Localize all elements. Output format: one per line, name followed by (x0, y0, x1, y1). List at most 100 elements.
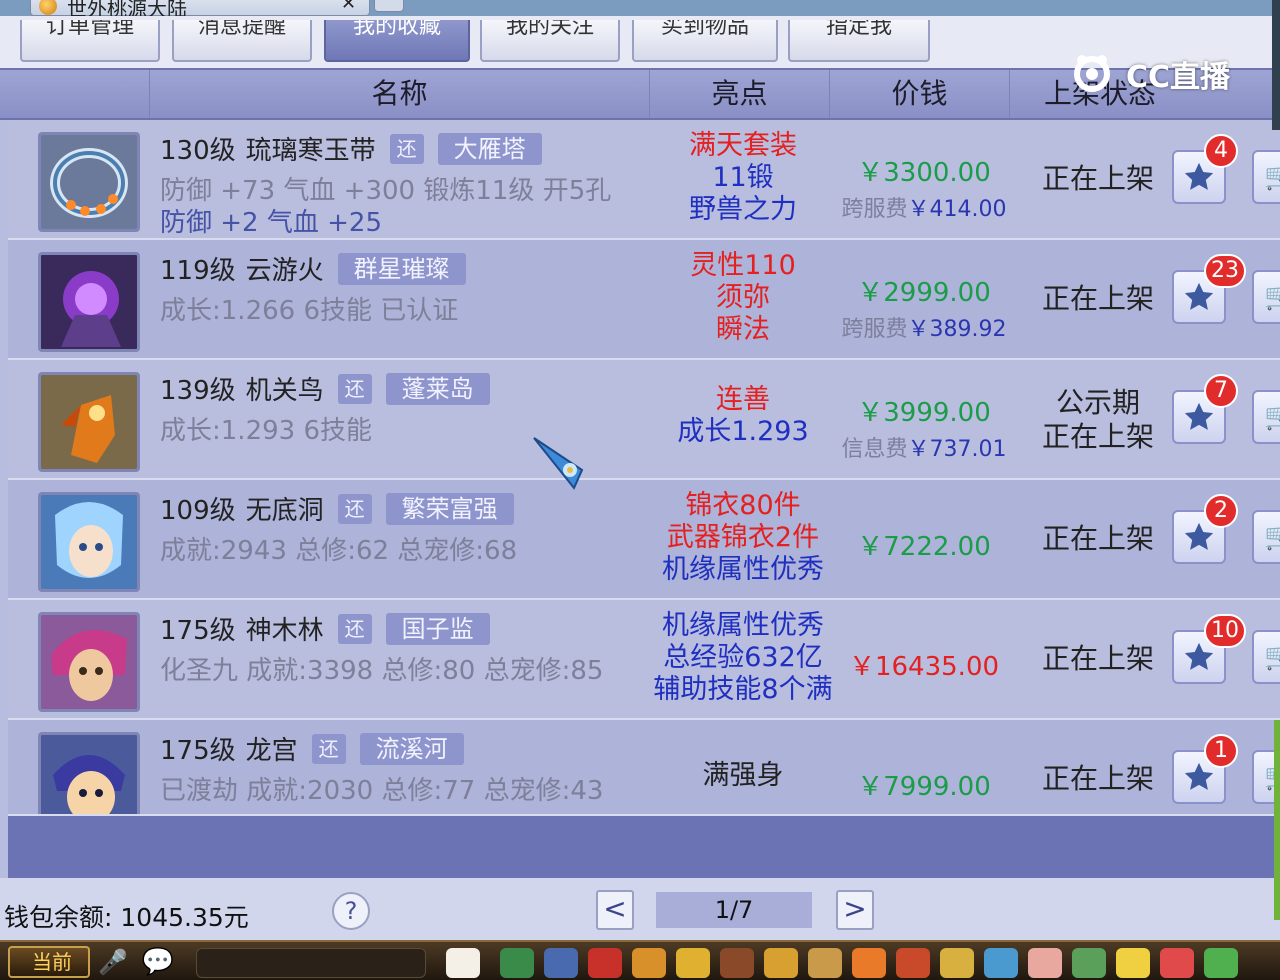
item-avatar-pet[interactable] (38, 252, 140, 352)
item-icon[interactable] (676, 948, 710, 978)
item-avatar-pet[interactable] (38, 372, 140, 472)
app-icon (39, 0, 57, 15)
ghost-pet-icon[interactable] (446, 948, 480, 978)
tab-order-management[interactable]: 订单管理 (20, 20, 160, 62)
wallet-balance: 钱包余额: 1045.35元 (4, 903, 249, 932)
channel-current-button[interactable]: 当前 (8, 946, 90, 978)
item-price: ￥3999.00 (857, 398, 991, 428)
server-badge: 蓬莱岛 (385, 372, 490, 405)
list-bottom-band (8, 816, 1280, 878)
game-cursor-icon (530, 434, 594, 494)
item-title[interactable]: 139级 机关鸟还蓬莱岛 (160, 370, 490, 406)
help-icon[interactable]: ? (332, 892, 370, 930)
item-title[interactable]: 119级 云游火 群星璀璨 (160, 250, 466, 286)
highlight-text: 辅助技能8个满 (653, 674, 833, 705)
rank-icon[interactable] (852, 948, 886, 978)
table-row[interactable]: 175级 神木林还国子监 化圣九 成就:3398 总修:80 总宠修:85 机缘属… (8, 600, 1280, 720)
shop-icon[interactable] (896, 948, 930, 978)
item-price: ￥2999.00 (857, 278, 991, 308)
tab-designated-me[interactable]: 指定我 (788, 20, 930, 62)
highlight-text: 总经验632亿 (663, 642, 823, 673)
item-status: 正在上架 (1041, 522, 1154, 555)
team-icon[interactable] (720, 948, 754, 978)
cart-button[interactable]: 🛒 (1252, 630, 1280, 684)
cart-icon: 🛒 (1264, 642, 1280, 672)
tab-message-reminder[interactable]: 消息提醒 (172, 20, 312, 62)
cart-icon: 🛒 (1264, 522, 1280, 552)
item-avatar-belt[interactable] (38, 132, 140, 232)
cart-icon: 🛒 (1264, 282, 1280, 312)
item-price-cell: ￥3300.00 跨服费￥414.00 (830, 152, 1018, 223)
favorite-count-badge: 7 (1204, 374, 1238, 408)
highlight-text: 须弥 (716, 282, 770, 313)
item-highlights: 满天套装 11锻 野兽之力 (648, 130, 838, 226)
item-fee: 信息费￥737.01 (841, 437, 1007, 462)
window-tab-next[interactable] (374, 0, 404, 12)
cart-button[interactable]: 🛒 (1252, 390, 1280, 444)
system-icon[interactable] (1204, 948, 1238, 978)
microphone-icon[interactable]: 🎤 (98, 946, 128, 978)
item-status: 正在上架 (1041, 762, 1154, 795)
item-name: 琉璃寒玉带 (245, 136, 376, 166)
chat-input-slot[interactable] (196, 948, 426, 978)
desktop-edge (1274, 720, 1280, 920)
table-row[interactable]: 175级 龙宫还流溪河 已渡劫 成就:2030 总修:77 总宠修:43 满强身 … (8, 720, 1280, 816)
emote-icon[interactable] (1116, 948, 1150, 978)
table-row[interactable]: 109级 无底洞还繁荣富强 成就:2943 总修:62 总宠修:68 锦衣80件 … (8, 480, 1280, 600)
table-row[interactable]: 130级 琉璃寒玉带还大雁塔 防御 +73 气血 +300 锻炼11级 开5孔 防… (8, 120, 1280, 240)
item-title[interactable]: 109级 无底洞还繁荣富强 (160, 490, 514, 526)
window-title-strip: 世外桃源大陆 ✕ (0, 0, 1280, 21)
bag-icon[interactable] (588, 948, 622, 978)
highlight-text: 瞬法 (716, 314, 770, 345)
quest-icon[interactable] (808, 948, 842, 978)
gift-icon[interactable] (764, 948, 798, 978)
skill-icon[interactable] (544, 948, 578, 978)
item-avatar-character[interactable] (38, 492, 140, 592)
item-fee: 跨服费￥389.92 (841, 317, 1007, 342)
table-row[interactable]: 139级 机关鸟还蓬莱岛 成长:1.293 6技能 连善 成长1.293 ￥399… (8, 360, 1280, 480)
bell-icon[interactable] (940, 948, 974, 978)
item-avatar-character[interactable] (38, 612, 140, 712)
activity-icon[interactable] (1160, 948, 1194, 978)
map-icon[interactable] (984, 948, 1018, 978)
cart-icon: 🛒 (1264, 162, 1280, 192)
tab-my-favorites[interactable]: 我的收藏 (324, 20, 470, 62)
tab-my-follows[interactable]: 我的关注 (480, 20, 620, 62)
item-title[interactable]: 175级 龙宫还流溪河 (160, 730, 464, 766)
chat-bubble-icon[interactable]: 💬 (138, 946, 178, 978)
item-name: 云游火 (245, 256, 324, 286)
page-indicator: 1/7 (656, 892, 812, 928)
item-extra-attributes: 防御 +2 气血 +25 (160, 208, 382, 238)
cart-button[interactable]: 🛒 (1252, 150, 1280, 204)
close-icon[interactable]: ✕ (341, 0, 356, 14)
window-tab[interactable]: 世外桃源大陆 ✕ (30, 0, 370, 21)
table-row[interactable]: 119级 云游火 群星璀璨 成长:1.266 6技能 已认证 灵性110 须弥 瞬法… (8, 240, 1280, 360)
highlight-text: 灵性110 (690, 250, 796, 281)
returnable-badge: 还 (337, 493, 372, 524)
cart-button[interactable]: 🛒 (1252, 270, 1280, 324)
peach-icon[interactable] (1028, 948, 1062, 978)
item-title[interactable]: 175级 神木林还国子监 (160, 610, 490, 646)
item-price-cell: ￥3999.00 信息费￥737.01 (830, 392, 1018, 463)
server-badge: 繁荣富强 (385, 492, 514, 525)
prev-page-button[interactable]: < (596, 890, 634, 930)
item-level: 119级 (160, 256, 236, 286)
cart-button[interactable]: 🛒 (1252, 510, 1280, 564)
returnable-badge: 还 (337, 613, 372, 644)
skill-icon[interactable] (500, 948, 534, 978)
friends-icon[interactable] (1072, 948, 1106, 978)
item-price-cell: ￥7222.00 (830, 526, 1018, 563)
item-level: 130级 (160, 136, 236, 166)
cc-logo-icon (1074, 55, 1110, 92)
item-avatar-character[interactable] (38, 732, 140, 814)
item-attributes: 成长:1.293 6技能 (160, 416, 372, 446)
tab-bought-items[interactable]: 买到物品 (632, 20, 778, 62)
next-page-button[interactable]: > (836, 890, 874, 930)
item-name: 神木林 (245, 616, 324, 646)
item-price: ￥16435.00 (848, 652, 1000, 682)
desktop-edge (1272, 0, 1280, 130)
item-title[interactable]: 130级 琉璃寒玉带还大雁塔 (160, 130, 542, 166)
pet-icon[interactable] (632, 948, 666, 978)
server-badge: 群星璀璨 (337, 252, 466, 285)
highlight-text: 机缘属性优秀 (662, 610, 824, 641)
